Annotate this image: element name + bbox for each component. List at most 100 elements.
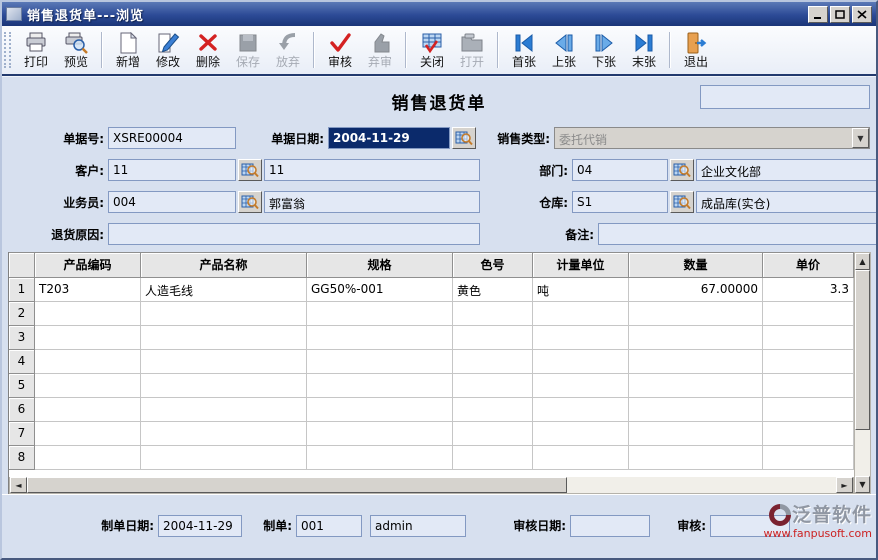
table-row[interactable]: 2	[9, 302, 854, 326]
customer-name-field[interactable]: 11	[264, 159, 480, 181]
salesman-name-field[interactable]: 郭富翁	[264, 191, 480, 213]
grid-cell[interactable]	[453, 374, 533, 398]
grid-cell[interactable]	[763, 302, 854, 326]
grid-cell[interactable]: 吨	[533, 278, 629, 302]
horizontal-scroll-thumb[interactable]	[27, 477, 567, 493]
table-row[interactable]: 1T203人造毛线GG50%-001黄色吨67.000003.3	[9, 278, 854, 302]
grid-cell[interactable]	[533, 422, 629, 446]
grid-cell[interactable]	[629, 350, 763, 374]
maximize-button[interactable]	[830, 6, 850, 23]
warehouse-code-input[interactable]: S1	[572, 191, 668, 213]
grid-cell[interactable]	[629, 326, 763, 350]
vertical-scroll-thumb[interactable]	[855, 270, 870, 430]
salesman-lookup-button[interactable]	[238, 191, 262, 213]
doc-date-lookup-button[interactable]	[452, 127, 476, 149]
warehouse-lookup-button[interactable]	[670, 191, 694, 213]
grid-cell[interactable]	[453, 446, 533, 470]
grid-cell[interactable]	[763, 374, 854, 398]
close-button[interactable]	[852, 6, 872, 23]
salesman-code-input[interactable]: 004	[108, 191, 236, 213]
customer-lookup-button[interactable]	[238, 159, 262, 181]
approve-button[interactable]: 审核	[320, 28, 360, 72]
grid-header-spec[interactable]: 规格	[307, 252, 453, 278]
first-record-button[interactable]: 首张	[504, 28, 544, 72]
next-record-button[interactable]: 下张	[584, 28, 624, 72]
grid-cell[interactable]	[141, 350, 307, 374]
grid-cell[interactable]: 人造毛线	[141, 278, 307, 302]
grid-header-quantity[interactable]: 数量	[629, 252, 763, 278]
grid-cell[interactable]	[141, 302, 307, 326]
delete-button[interactable]: 删除	[188, 28, 228, 72]
grid-cell[interactable]	[533, 398, 629, 422]
grid-header-unit[interactable]: 计量单位	[533, 252, 629, 278]
grid-cell[interactable]	[629, 446, 763, 470]
grid-cell[interactable]: T203	[35, 278, 141, 302]
grid-cell[interactable]	[453, 398, 533, 422]
table-row[interactable]: 6	[9, 398, 854, 422]
grid-cell[interactable]	[763, 326, 854, 350]
grid-cell[interactable]: 3.3	[763, 278, 854, 302]
table-row[interactable]: 3	[9, 326, 854, 350]
grid-cell[interactable]	[307, 446, 453, 470]
grid-cell[interactable]	[141, 398, 307, 422]
table-row[interactable]: 7	[9, 422, 854, 446]
scroll-down-icon[interactable]: ▼	[855, 476, 870, 493]
grid-header-product-code[interactable]: 产品编码	[35, 252, 141, 278]
grid-cell[interactable]	[35, 302, 141, 326]
department-code-input[interactable]: 04	[572, 159, 668, 181]
grid-cell[interactable]	[141, 374, 307, 398]
grid-cell[interactable]	[453, 350, 533, 374]
grid-cell[interactable]	[629, 398, 763, 422]
grid-cell[interactable]	[35, 446, 141, 470]
grid-cell[interactable]	[533, 446, 629, 470]
grid-cell[interactable]	[307, 422, 453, 446]
scroll-left-icon[interactable]: ◄	[10, 477, 27, 493]
vertical-scrollbar[interactable]: ▲ ▼	[854, 252, 871, 494]
grid-cell[interactable]	[453, 326, 533, 350]
grid-header-price[interactable]: 单价	[763, 252, 854, 278]
department-name-field[interactable]: 企业文化部	[696, 159, 878, 181]
grid-cell[interactable]	[533, 302, 629, 326]
grid-cell[interactable]	[141, 446, 307, 470]
grid-cell[interactable]	[35, 422, 141, 446]
grid-cell[interactable]	[307, 326, 453, 350]
add-button[interactable]: 新增	[108, 28, 148, 72]
preview-button[interactable]: 预览	[56, 28, 96, 72]
grid-cell[interactable]	[35, 374, 141, 398]
grid-cell[interactable]	[629, 374, 763, 398]
horizontal-scrollbar[interactable]: ◄ ►	[9, 477, 854, 494]
scroll-right-icon[interactable]: ►	[836, 477, 853, 493]
grid-cell[interactable]	[307, 350, 453, 374]
grid-cell[interactable]	[307, 374, 453, 398]
modify-button[interactable]: 修改	[148, 28, 188, 72]
warehouse-name-field[interactable]: 成品库(实仓)	[696, 191, 878, 213]
grid-cell[interactable]	[763, 446, 854, 470]
grid-cell[interactable]: GG50%-001	[307, 278, 453, 302]
return-reason-input[interactable]	[108, 223, 480, 245]
grid-cell[interactable]	[141, 326, 307, 350]
grid-cell[interactable]	[763, 350, 854, 374]
table-row[interactable]: 4	[9, 350, 854, 374]
table-row[interactable]: 8	[9, 446, 854, 470]
last-record-button[interactable]: 末张	[624, 28, 664, 72]
grid-cell[interactable]	[533, 374, 629, 398]
customer-code-input[interactable]: 11	[108, 159, 236, 181]
grid-cell[interactable]	[307, 398, 453, 422]
grid-cell[interactable]	[533, 326, 629, 350]
doc-no-input[interactable]: XSRE00004	[108, 127, 236, 149]
grid-cell[interactable]: 黄色	[453, 278, 533, 302]
print-button[interactable]: 打印	[16, 28, 56, 72]
grid-cell[interactable]	[533, 350, 629, 374]
table-row[interactable]: 5	[9, 374, 854, 398]
prev-record-button[interactable]: 上张	[544, 28, 584, 72]
exit-button[interactable]: 退出	[676, 28, 716, 72]
remark-input[interactable]	[598, 223, 878, 245]
grid-cell[interactable]: 67.00000	[629, 278, 763, 302]
grid-header-color[interactable]: 色号	[453, 252, 533, 278]
grid-cell[interactable]	[35, 398, 141, 422]
grid-cell[interactable]	[141, 422, 307, 446]
grid-cell[interactable]	[307, 302, 453, 326]
scroll-up-icon[interactable]: ▲	[855, 253, 870, 270]
grid-header-product-name[interactable]: 产品名称	[141, 252, 307, 278]
top-right-field[interactable]	[700, 85, 870, 109]
